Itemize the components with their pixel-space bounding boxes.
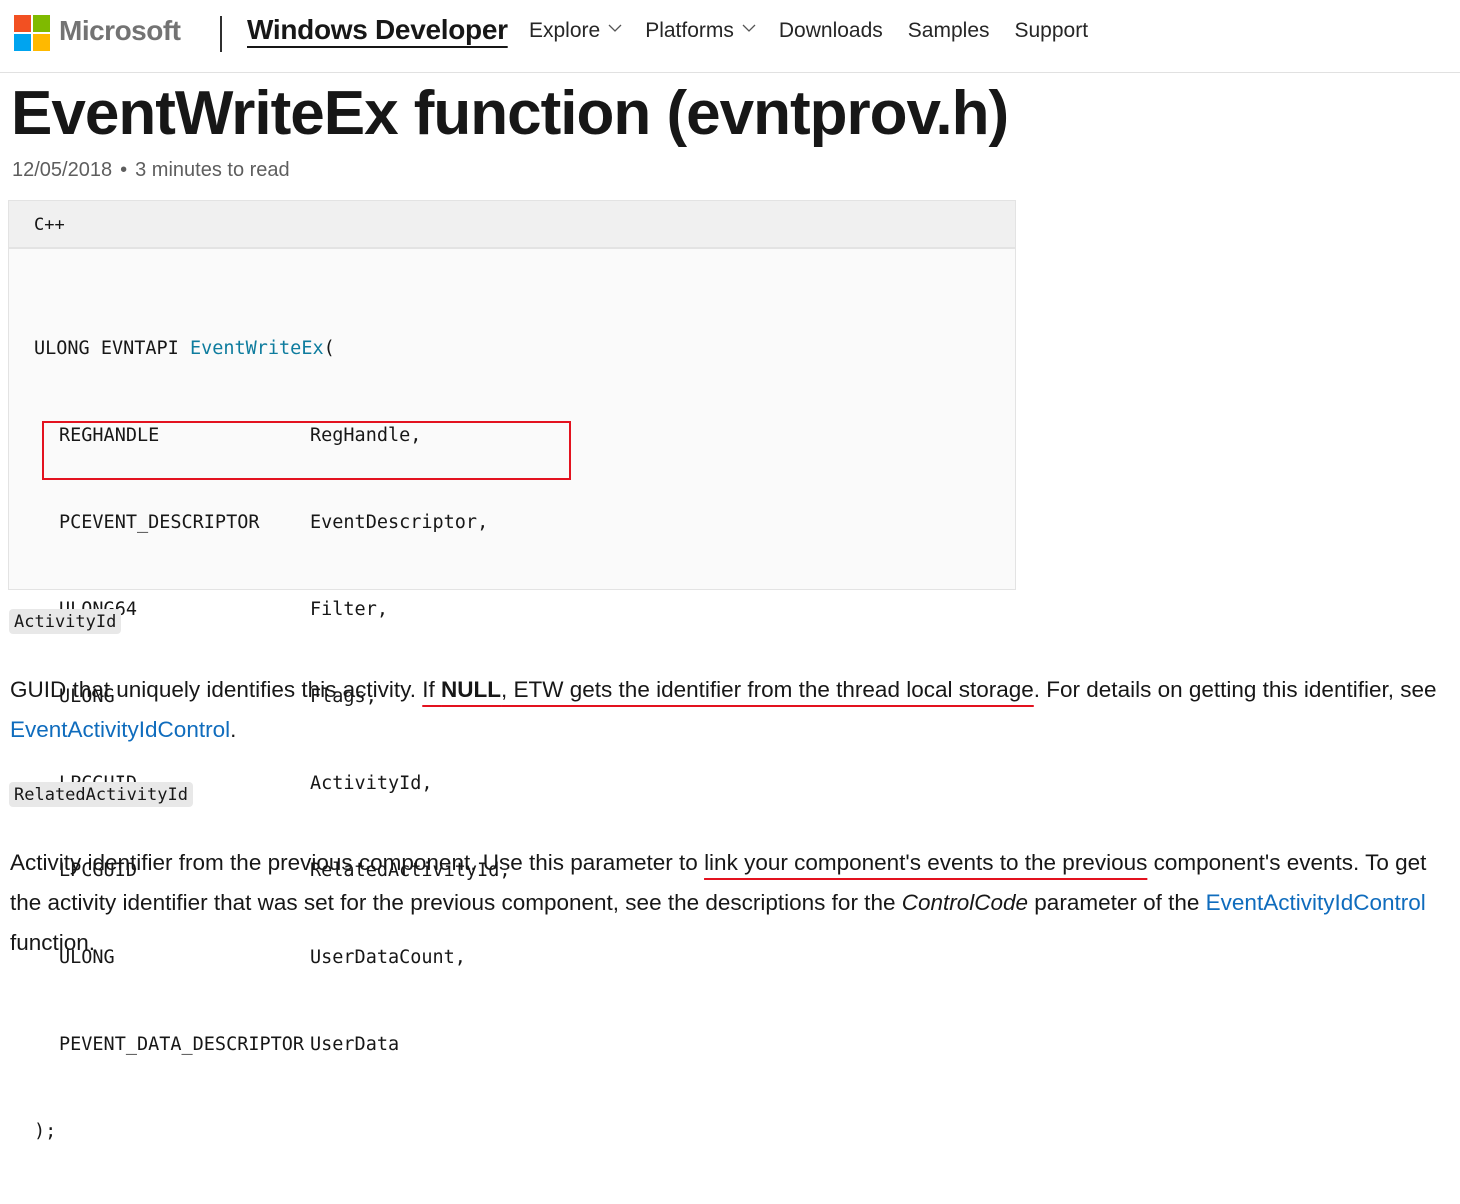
code-open-paren: ( [323,338,335,359]
param-name: EventDescriptor, [310,512,489,533]
logo-square-blue [14,34,31,51]
nav-support-label: Support [1014,19,1089,42]
nav-downloads-label: Downloads [778,19,883,42]
code-return-type: ULONG EVNTAPI [34,338,190,359]
nav-samples[interactable]: Samples [908,19,990,43]
microsoft-logo-icon[interactable] [14,15,50,51]
nav-samples-label: Samples [907,19,990,42]
code-language-label: C++ [9,201,1015,249]
param-name: Filter, [310,599,388,620]
nav-downloads[interactable]: Downloads [779,19,883,43]
text: . [230,717,237,742]
text: parameter of the [1028,890,1206,915]
param-name: UserData [310,1034,400,1055]
null-keyword: NULL [441,677,502,702]
nav-explore-label: Explore [529,19,601,42]
code-param: PEVENT_DATA_DESCRIPTOR UserData [34,1030,510,1059]
code-param: REGHANDLE RegHandle, [34,421,510,450]
activity-id-description: GUID that uniquely identifies this activ… [10,670,1460,750]
code-signature: ULONG EVNTAPI EventWriteEx( [34,334,510,363]
logo-square-yellow [33,34,50,51]
annotation-underline: If NULL, ETW gets the identifier from th… [422,677,1034,702]
param-chip-activity-id: ActivityId [9,609,122,634]
code-block: C++ ULONG EVNTAPI EventWriteEx( REGHANDL… [8,200,1016,1142]
site-header: Microsoft Windows Developer Explore Plat… [0,0,1460,73]
site-title-link[interactable]: Windows Developer [247,14,508,46]
param-type: REGHANDLE [59,425,160,446]
header-divider [220,16,222,52]
page-title: EventWriteEx function (evntprov.h) [11,79,1009,148]
text: , ETW gets the identifier from the threa… [501,677,1034,702]
nav-platforms-label: Platforms [645,19,734,42]
code-function-name: EventWriteEx [189,338,324,359]
related-activity-id-description: Activity identifier from the previous co… [10,843,1460,963]
control-code-param: ControlCode [901,890,1029,915]
event-activity-id-control-link[interactable]: EventActivityIdControl [1206,890,1426,915]
text: Activity identifier from the previous co… [10,850,705,875]
code-close: ); [34,1121,57,1142]
article-date: 12/05/2018 [12,159,113,181]
nav-support[interactable]: Support [1015,19,1089,43]
code-param: PCEVENT_DESCRIPTOR EventDescriptor, [34,508,510,537]
param-name: RegHandle, [310,425,422,446]
nav-explore[interactable]: Explore [529,19,622,43]
event-activity-id-control-link[interactable]: EventActivityIdControl [10,717,230,742]
param-type: PCEVENT_DESCRIPTOR [59,512,260,533]
text: function. [10,930,96,955]
param-type: PEVENT_DATA_DESCRIPTOR [59,1034,305,1055]
annotation-underline: link your component's events to the prev… [704,850,1148,875]
logo-square-green [33,15,50,32]
text: If [422,677,442,702]
meta-separator: • [120,159,128,181]
text: . For details on getting this identifier… [1033,677,1437,702]
text: GUID that uniquely identifies this activ… [10,677,423,702]
brand-name[interactable]: Microsoft [59,15,181,47]
param-chip-related-activity-id: RelatedActivityId [9,782,193,807]
top-nav: Explore Platforms Downloads Samples Supp… [529,19,1113,43]
chevron-down-icon [742,23,756,35]
nav-platforms[interactable]: Platforms [645,19,756,43]
param-name: ActivityId, [310,773,433,794]
read-time: 3 minutes to read [135,159,290,181]
logo-square-red [14,15,31,32]
article-meta: 12/05/2018 • 3 minutes to read [12,159,290,182]
chevron-down-icon [608,23,622,35]
